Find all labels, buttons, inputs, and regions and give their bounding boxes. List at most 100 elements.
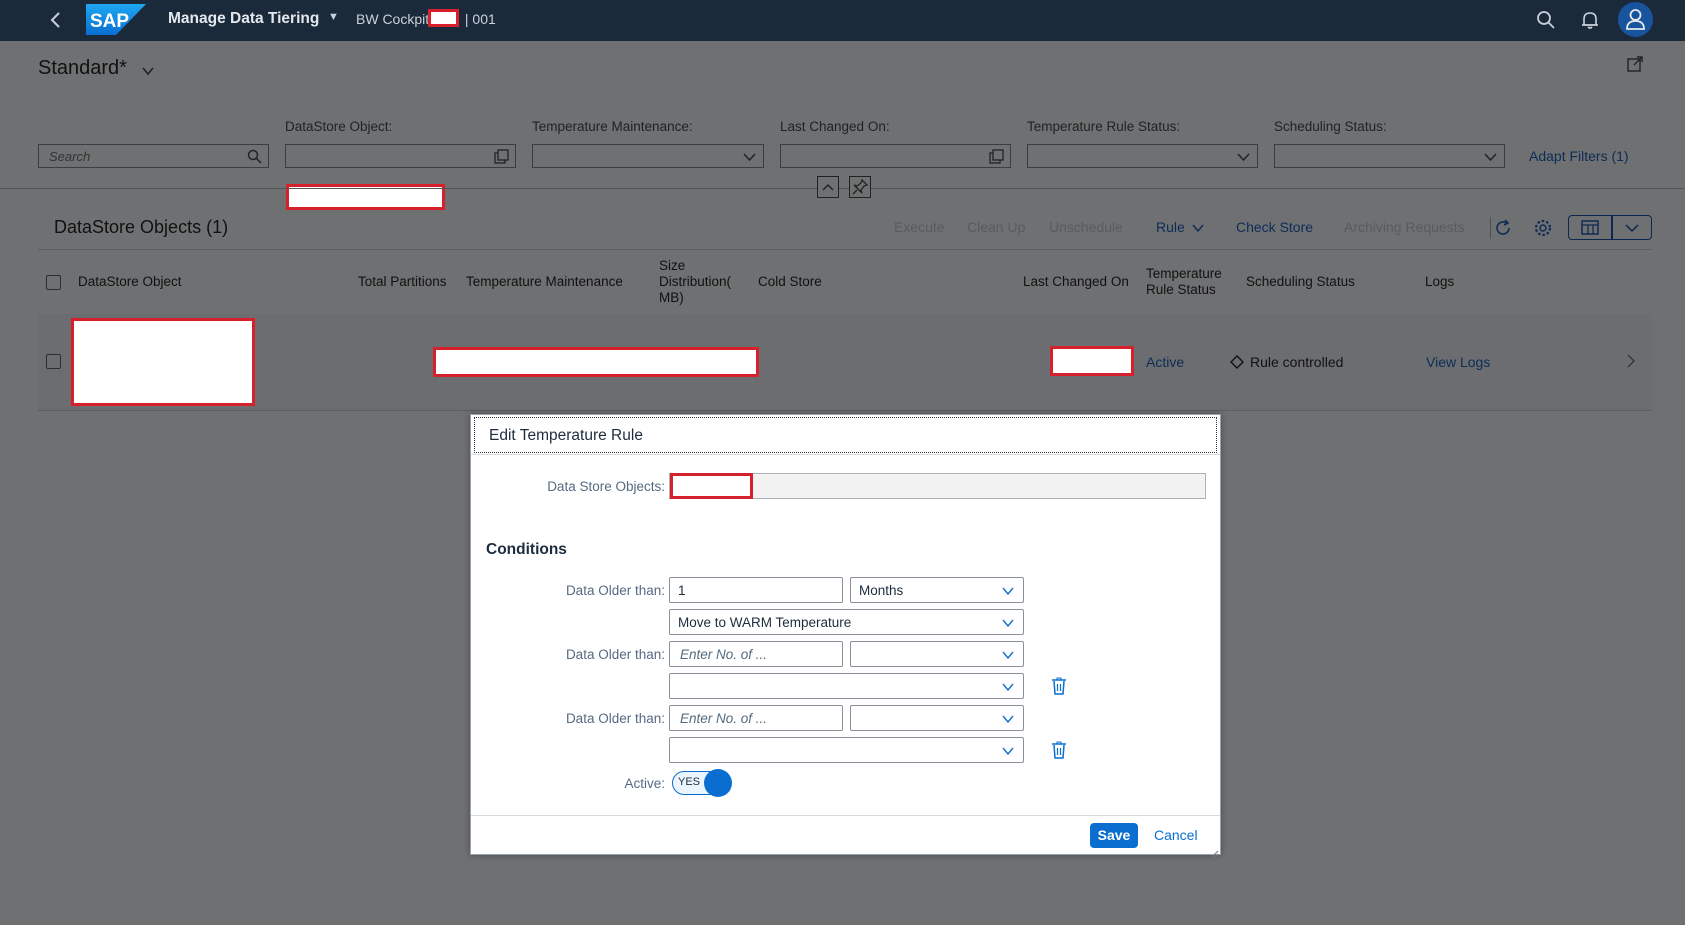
pin-header-button[interactable] [849,176,871,198]
archiving-requests-button[interactable]: Archiving Requests [1344,219,1465,235]
export-options-button[interactable] [1612,215,1652,240]
dialog-header: Edit Temperature Rule [474,417,1217,453]
dialog-header-divider [471,454,1220,455]
col-size-line3: MB) [659,290,684,305]
search-icon[interactable] [1535,9,1557,31]
chevron-down-icon[interactable] [142,64,154,76]
col-rule-status[interactable]: Temperature Rule Status [1146,266,1222,298]
collapse-header-button[interactable] [817,176,839,198]
active-switch-text: YES [678,776,701,788]
dso-label: Data Store Objects: [547,479,665,494]
cancel-button[interactable]: Cancel [1154,827,1198,843]
condition-1-amount-input[interactable]: 1 [669,577,843,603]
search-input[interactable]: Search [38,144,269,168]
switch-knob [704,769,732,797]
active-toggle-switch[interactable]: YES [672,769,732,797]
toolbar-separator [1490,217,1491,239]
col-size-distribution[interactable]: Size Distribution( MB) [659,258,731,306]
redacted-system-id [428,9,459,27]
condition-1-unit-select[interactable]: Months [850,577,1024,603]
search-icon[interactable] [247,149,262,164]
redacted-last-changed [1050,346,1134,376]
chevron-down-icon[interactable] [1001,584,1015,598]
delete-condition-2-icon[interactable] [1051,677,1067,695]
chevron-down-icon[interactable] [1236,149,1251,164]
condition-3-unit-select[interactable] [850,705,1024,731]
chevron-down-icon[interactable] [1001,680,1015,694]
notifications-bell-icon[interactable] [1579,9,1601,31]
col-cold-store[interactable]: Cold Store [758,274,822,290]
filter-scheduling-select[interactable] [1274,144,1505,168]
col-size-line1: Size [659,258,686,273]
rule-status-value[interactable]: Active [1146,354,1184,370]
condition-3-action-select[interactable] [669,737,1024,763]
back-icon[interactable] [46,10,66,30]
redacted-dso-name [71,318,255,406]
chevron-down-icon[interactable] [1191,221,1205,235]
table-row[interactable]: Active Rule controlled View Logs [38,314,1652,411]
save-button[interactable]: Save [1090,823,1138,848]
check-store-button[interactable]: Check Store [1236,219,1313,235]
variant-title[interactable]: Standard* [38,57,127,80]
chevron-down-icon[interactable] [742,149,757,164]
chevron-up-icon [822,183,834,191]
sap-logo[interactable]: SAP [86,4,146,35]
filter-label-last-changed: Last Changed On: [780,119,890,134]
condition-3-amount-input[interactable]: Enter No. of ... [669,705,843,731]
active-label: Active: [624,776,665,791]
clean-up-button[interactable]: Clean Up [967,219,1025,235]
col-temp-maintenance[interactable]: Temperature Maintenance [466,274,623,290]
system-prefix: BW Cockpit [356,11,430,27]
settings-gear-icon[interactable] [1533,218,1553,238]
adapt-filters-button[interactable]: Adapt Filters (1) [1529,148,1629,164]
app-title-dropdown-icon[interactable]: ▼ [328,11,339,23]
condition-2-label: Data Older than: [565,647,665,662]
filter-temp-maintenance-select[interactable] [532,144,764,168]
redacted-temp-maintenance [433,347,759,377]
col-scheduling[interactable]: Scheduling Status [1246,274,1355,290]
unschedule-button[interactable]: Unschedule [1049,219,1123,235]
condition-2-amount-input[interactable]: Enter No. of ... [669,641,843,667]
filter-dso-input[interactable] [285,144,516,168]
value-help-icon[interactable] [989,149,1004,164]
resize-handle-icon[interactable] [1211,845,1219,858]
export-button[interactable] [1568,215,1612,240]
condition-2-amount-placeholder: Enter No. of ... [680,647,768,662]
share-icon[interactable] [1626,55,1644,73]
row-checkbox[interactable] [46,354,61,369]
chevron-down-icon[interactable] [1001,712,1015,726]
condition-1-label: Data Older than: [565,583,665,598]
export-spreadsheet-icon [1581,220,1599,235]
chevron-down-icon[interactable] [1483,149,1498,164]
col-logs[interactable]: Logs [1425,274,1454,290]
edit-temperature-rule-dialog: Edit Temperature Rule Data Store Objects… [470,414,1221,858]
app-title[interactable]: Manage Data Tiering [168,10,319,28]
select-all-checkbox[interactable] [46,275,61,290]
value-help-icon[interactable] [494,149,509,164]
col-size-line2: Distribution( [659,274,732,289]
filter-rule-status-select[interactable] [1027,144,1258,168]
filter-label-rule-status: Temperature Rule Status: [1027,119,1181,134]
rule-menu-button[interactable]: Rule [1156,219,1185,235]
chevron-down-icon[interactable] [1001,648,1015,662]
col-total-partitions[interactable]: Total Partitions [358,274,447,290]
user-avatar[interactable] [1618,2,1653,37]
col-last-changed[interactable]: Last Changed On [1023,274,1129,290]
condition-1-amount-value: 1 [678,583,686,598]
user-icon [1626,9,1645,30]
condition-2-unit-select[interactable] [850,641,1024,667]
svg-text:SAP: SAP [90,11,129,32]
condition-1-action-select[interactable]: Move to WARM Temperature [669,609,1024,635]
col-dso[interactable]: DataStore Object [78,274,182,290]
view-logs-link[interactable]: View Logs [1426,354,1490,370]
refresh-icon[interactable] [1493,218,1513,238]
execute-button[interactable]: Execute [894,219,945,235]
chevron-down-icon[interactable] [1001,744,1015,758]
delete-condition-3-icon[interactable] [1051,741,1067,759]
row-navigation-icon[interactable] [1626,354,1636,371]
filter-label-scheduling: Scheduling Status: [1274,119,1387,134]
condition-2-action-select[interactable] [669,673,1024,699]
chevron-down-icon[interactable] [1001,616,1015,630]
pin-icon [852,178,869,195]
filter-last-changed-input[interactable] [780,144,1011,168]
